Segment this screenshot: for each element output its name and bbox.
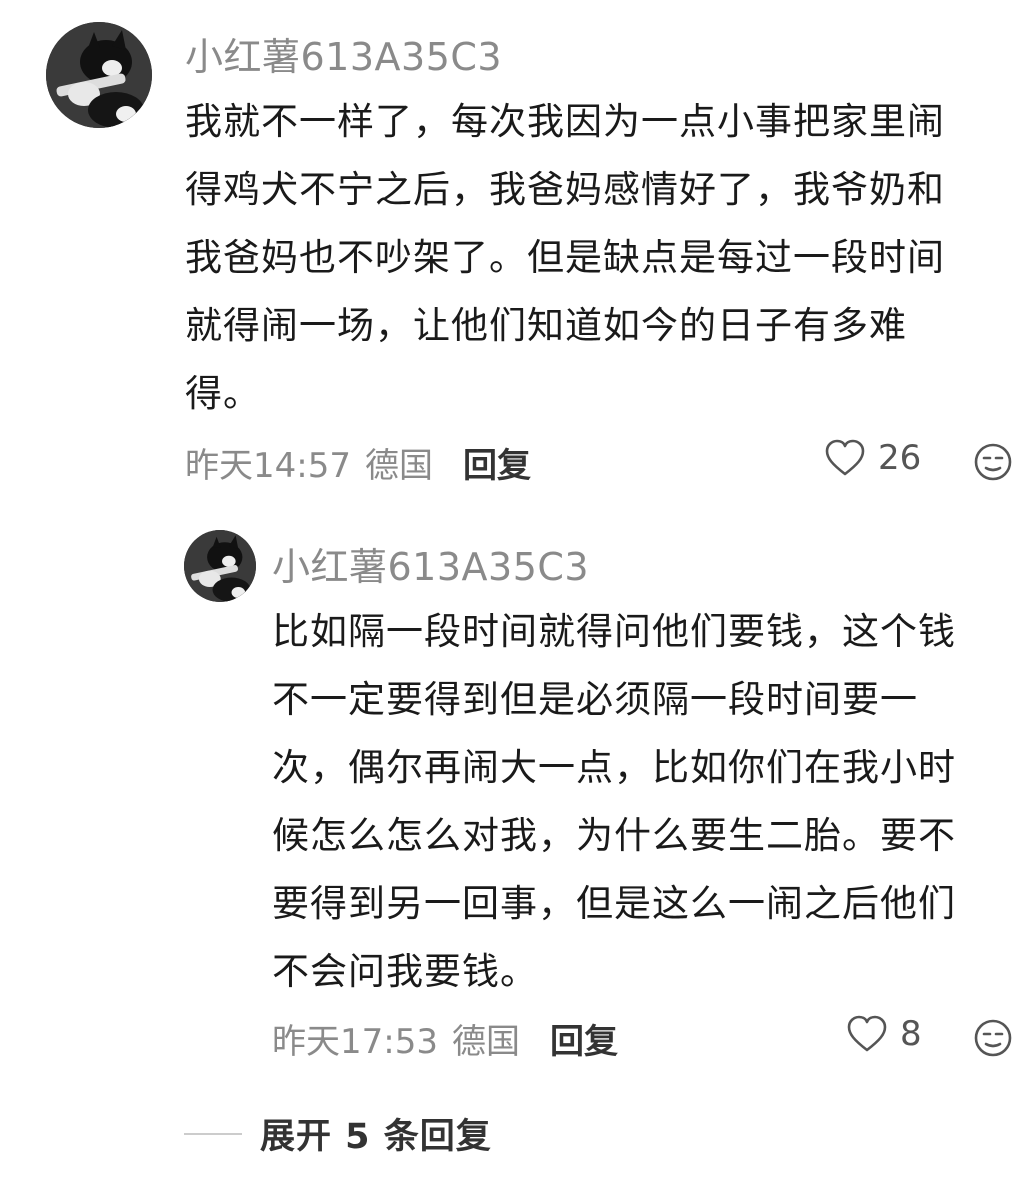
reply-meta: 昨天17:53 德国 回复	[272, 1014, 618, 1063]
comment-text: 我就不一样了，每次我因为一点小事把家里闹 得鸡犬不宁之后，我爸妈感情好了，我爷奶…	[185, 100, 945, 415]
neutral-face-icon	[974, 1019, 1012, 1057]
username[interactable]: 小红薯613A35C3	[272, 536, 589, 591]
reply-button[interactable]: 回复	[550, 1014, 618, 1063]
heart-icon	[847, 1015, 887, 1052]
like-count: 8	[900, 1014, 922, 1054]
comment-item: 小红薯613A35C3 我就不一样了，每次我因为一点小事把家里闹 得鸡犬不宁之后…	[0, 0, 1032, 500]
reply-item: 小红薯613A35C3 比如隔一段时间就得问他们要钱，这个钱 不一定要得到但是必…	[0, 520, 1032, 1080]
username[interactable]: 小红薯613A35C3	[185, 26, 502, 81]
comment-meta: 昨天14:57 德国 回复	[185, 438, 531, 487]
comment-time: 昨天14:57	[185, 446, 351, 486]
avatar[interactable]	[46, 22, 152, 128]
reply-location: 德国	[451, 1022, 520, 1062]
neutral-face-icon	[974, 443, 1012, 481]
like-button[interactable]: 8	[846, 1014, 922, 1054]
like-button[interactable]: 26	[824, 438, 921, 478]
reply-time: 昨天17:53	[272, 1022, 438, 1062]
cat-guitar-avatar-icon	[184, 530, 256, 602]
cat-guitar-avatar-icon	[46, 22, 152, 128]
emoji-reaction-button[interactable]	[973, 1018, 1013, 1058]
heart-icon	[825, 439, 865, 476]
expand-divider	[184, 1132, 242, 1135]
like-count: 26	[878, 438, 922, 478]
avatar[interactable]	[184, 530, 256, 602]
expand-replies-label: 展开 5 条回复	[260, 1117, 492, 1157]
reply-text: 比如隔一段时间就得问他们要钱，这个钱 不一定要得到但是必须隔一段时间要一 次，偶…	[272, 610, 956, 993]
reply-button[interactable]: 回复	[463, 438, 531, 487]
expand-replies-button[interactable]: 展开 5 条回复	[184, 1108, 492, 1159]
comment-location: 德国	[364, 446, 433, 486]
emoji-reaction-button[interactable]	[973, 442, 1013, 482]
